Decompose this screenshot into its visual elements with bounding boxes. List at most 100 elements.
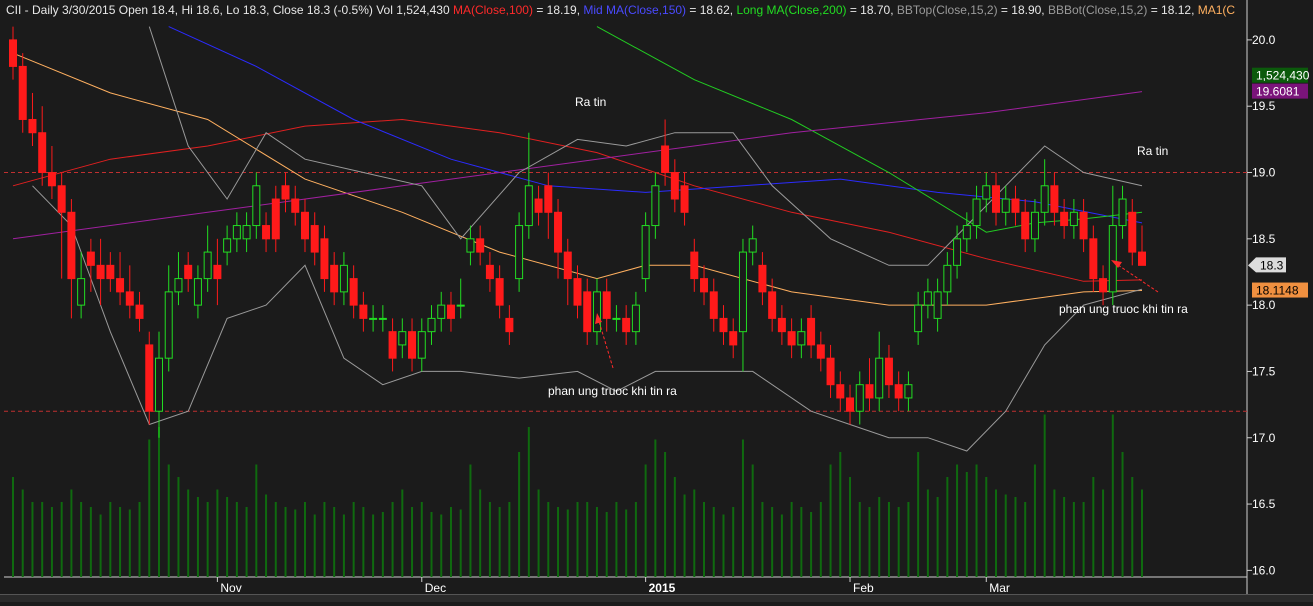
candle-up xyxy=(77,278,86,306)
volume-bar xyxy=(333,507,336,577)
y-tick-label: 18.5 xyxy=(1252,232,1276,246)
volume-bar xyxy=(849,477,852,577)
candle-down xyxy=(145,344,154,412)
volume-bar xyxy=(566,509,569,577)
volume-badge: 1,524,430 xyxy=(1256,69,1310,83)
volume-bar xyxy=(469,464,472,577)
volume-bar xyxy=(109,502,112,577)
volume-bar xyxy=(595,507,598,577)
volume-bar xyxy=(196,497,199,577)
volume-bar xyxy=(946,477,949,577)
candle-up xyxy=(651,185,660,227)
candle-down xyxy=(622,317,631,333)
candle-down xyxy=(9,39,17,67)
candle-up xyxy=(592,291,601,333)
header-bbtop-label: BBTop(Close,15,2) xyxy=(896,3,998,17)
candle-up xyxy=(203,251,212,280)
candle-down xyxy=(729,331,738,346)
purple-ma-badge: 19.6081 xyxy=(1256,85,1300,99)
volume-bar xyxy=(703,502,706,577)
candle-down xyxy=(262,225,271,240)
candle-down xyxy=(563,251,572,280)
candle-down xyxy=(116,278,125,293)
candle-up xyxy=(174,278,183,293)
candle-down xyxy=(777,317,786,333)
chart-header: CII - Daily 3/30/2015 Open 18.4, Hi 18.6… xyxy=(6,3,1246,19)
volume-bar xyxy=(878,497,881,577)
volume-bar xyxy=(148,439,151,577)
chart-window: 20.0 19.5 19.0 18.5 18.0 17.5 17.0 16.5 16.0 Nov D… xyxy=(0,0,1313,601)
candle-down xyxy=(846,397,855,412)
price-chart[interactable]: 20.0 19.5 19.0 18.5 18.0 17.5 17.0 16.5 16.0 Nov D… xyxy=(0,0,1313,601)
volume-bar xyxy=(605,512,608,577)
candle-down xyxy=(573,278,582,306)
volume-bar xyxy=(664,452,667,577)
volume-bar xyxy=(995,489,998,577)
volume-bar xyxy=(712,507,715,577)
candle-down xyxy=(291,198,300,213)
candle-down xyxy=(408,331,417,359)
candle-up xyxy=(953,238,962,266)
volume-bar xyxy=(265,494,268,577)
candle-down xyxy=(505,317,514,333)
candle-down xyxy=(281,185,290,200)
x-tick-label: Dec xyxy=(425,581,446,595)
candle-up xyxy=(515,225,524,280)
x-tick-label: Feb xyxy=(853,581,874,595)
volume-bar xyxy=(342,514,345,577)
candle-up xyxy=(154,357,163,412)
header-ma100-value: = 18.19, xyxy=(532,3,584,17)
volume-bar xyxy=(771,507,774,577)
volume-bar xyxy=(157,427,160,577)
annotation-ra-tin: Ra tin xyxy=(1137,144,1168,158)
volume-bar xyxy=(887,502,890,577)
x-tick-label: Mar xyxy=(989,581,1010,595)
volume-bar xyxy=(810,512,813,577)
volume-bar xyxy=(12,477,14,577)
candle-down xyxy=(446,304,455,319)
candle-down xyxy=(67,211,76,280)
volume-bar xyxy=(790,502,793,577)
candle-down xyxy=(330,264,339,293)
volume-bar xyxy=(294,509,297,577)
header-bbtop-value: = 18.90, xyxy=(997,3,1048,17)
volume-bar xyxy=(839,452,842,577)
volume-bar xyxy=(459,509,462,577)
candle-down xyxy=(359,304,368,319)
header-symbol: CII xyxy=(6,3,22,17)
volume-bar xyxy=(557,507,560,577)
volume-bar xyxy=(1063,497,1066,577)
volume-bar xyxy=(732,507,735,577)
volume-bar xyxy=(420,502,423,577)
candle-down xyxy=(836,384,845,399)
volume-bar xyxy=(644,464,647,577)
header-long-label: Long MA(Close,200) xyxy=(736,3,847,17)
volume-bar xyxy=(313,514,316,577)
y-tick-label: 16.5 xyxy=(1252,497,1276,511)
volume-bar xyxy=(926,489,929,577)
candle-up xyxy=(904,384,913,399)
volume-bar xyxy=(1072,502,1075,577)
candle-down xyxy=(894,384,903,399)
candle-up xyxy=(641,225,650,280)
candle-down xyxy=(1050,185,1059,213)
candle-down xyxy=(709,291,718,319)
candle-down xyxy=(349,278,358,306)
volume-bar xyxy=(615,502,618,577)
candle-up xyxy=(252,185,261,227)
volume-bar xyxy=(391,502,394,577)
volume-bar xyxy=(518,452,521,577)
candle-down xyxy=(700,278,709,293)
close-price-badge: 18.3 xyxy=(1260,258,1284,272)
volume-bar xyxy=(352,502,355,577)
candle-down xyxy=(57,185,66,213)
volume-bar xyxy=(1131,477,1134,577)
header-ma1-label: MA1(C xyxy=(1197,3,1236,17)
volume-bar xyxy=(216,489,219,577)
header-mid-value: = 18.62, xyxy=(686,3,737,17)
candle-up xyxy=(1069,211,1078,227)
volume-bar xyxy=(1082,502,1085,577)
header-mid-label: Mid MA(Close,150) xyxy=(583,3,687,17)
candle-up xyxy=(398,331,407,346)
candle-up xyxy=(437,304,446,319)
